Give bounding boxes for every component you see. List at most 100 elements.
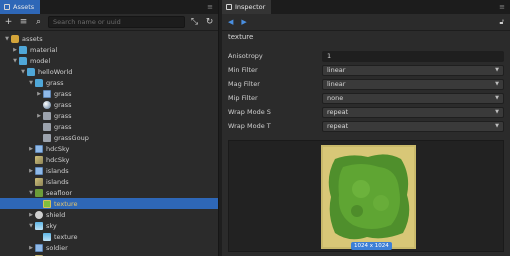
property-label: Min Filter xyxy=(228,66,258,74)
property-value: repeat xyxy=(327,108,349,116)
tree-item[interactable]: ▼ helloWorld xyxy=(0,66,218,77)
anisotropy-input[interactable]: 1 xyxy=(322,50,504,62)
tree-item[interactable]: ▶ soldier xyxy=(0,242,218,253)
tree-item[interactable]: ▶ material xyxy=(0,44,218,55)
tree-item-label: grass xyxy=(54,100,72,109)
folder-icon xyxy=(27,67,35,76)
property-select[interactable]: linear ▼ xyxy=(322,64,504,76)
expand-down-icon[interactable]: ▼ xyxy=(27,80,35,86)
tree-item[interactable]: ▶grassGoup xyxy=(0,132,218,143)
expand-right-icon[interactable]: ▶ xyxy=(27,146,35,152)
inspector-menu-icon[interactable]: ≡ xyxy=(499,3,505,11)
expand-right-icon[interactable]: ▶ xyxy=(35,91,43,97)
chevron-down-icon: ▼ xyxy=(495,123,499,129)
folder-icon xyxy=(19,45,27,54)
refresh-icon[interactable]: ↻ xyxy=(204,17,215,28)
tree-item[interactable]: ▼ assets xyxy=(0,33,218,44)
back-arrow-icon[interactable]: ◀ xyxy=(228,18,233,26)
property-select[interactable]: repeat ▼ xyxy=(322,120,504,132)
property-row: Wrap Mode S repeat ▼ xyxy=(222,105,510,119)
tree-item[interactable]: ▶grass xyxy=(0,121,218,132)
tree-item[interactable]: ▼ seafloor xyxy=(0,187,218,198)
expand-right-icon[interactable]: ▶ xyxy=(27,245,35,251)
expand-right-icon[interactable]: ▶ xyxy=(35,113,43,119)
tree-item-label: hdcSky xyxy=(46,155,70,164)
chevron-down-icon: ▼ xyxy=(495,109,499,115)
property-label: Wrap Mode S xyxy=(228,108,271,116)
tree-item-label: grass xyxy=(46,78,64,87)
property-label: Wrap Mode T xyxy=(228,122,271,130)
tree-item[interactable]: ▶grass xyxy=(0,110,218,121)
sort-icon[interactable]: ≡ xyxy=(18,17,29,28)
tree-item[interactable]: ▶islands xyxy=(0,176,218,187)
asset-tree: ▼ assets ▶ material ▼ model ▼ helloWorld ▼ grass ▶… xyxy=(0,31,218,256)
expand-down-icon[interactable]: ▼ xyxy=(19,69,27,75)
sky-image-icon xyxy=(43,232,51,241)
tree-item-label: sky xyxy=(46,221,57,230)
tree-item-label: assets xyxy=(22,34,43,43)
tree-item[interactable]: ▶texture xyxy=(0,198,218,209)
expand-right-icon[interactable]: ▶ xyxy=(11,47,19,53)
mesh-icon xyxy=(43,133,51,142)
tree-item-label: texture xyxy=(54,199,78,208)
tree-item[interactable]: ▶grass xyxy=(0,99,218,110)
tab-assets-label: Assets xyxy=(13,3,35,11)
tab-inspector[interactable]: Inspector xyxy=(222,0,272,14)
sphere-icon xyxy=(43,100,51,109)
tree-item-label: hdcSky xyxy=(46,144,70,153)
property-label: Mag Filter xyxy=(228,80,260,88)
folder-icon xyxy=(35,78,43,87)
collapse-icon[interactable]: ⤡ xyxy=(189,17,200,28)
tab-assets[interactable]: Assets xyxy=(0,0,41,14)
tree-item-label: texture xyxy=(54,232,78,241)
inspector-tab-icon xyxy=(226,4,232,10)
tree-item[interactable]: ▶texture xyxy=(0,231,218,242)
tree-item[interactable]: ▼ sky xyxy=(0,220,218,231)
expand-down-icon[interactable]: ▼ xyxy=(3,36,11,42)
sky-image-icon xyxy=(35,221,43,230)
tree-item-label: grassGoup xyxy=(54,133,89,142)
database-icon xyxy=(11,34,19,43)
filter-search-icon[interactable]: ⌕ xyxy=(33,17,44,28)
panel-menu-icon[interactable]: ≡ xyxy=(207,3,213,11)
expand-right-icon[interactable]: ▶ xyxy=(27,168,35,174)
inspector-tabbar: Inspector ≡ xyxy=(222,0,510,14)
tree-item[interactable]: ▼ grass xyxy=(0,77,218,88)
tree-item[interactable]: ▶ grass xyxy=(0,88,218,99)
tree-item-label: shield xyxy=(46,210,66,219)
property-value: none xyxy=(327,94,344,102)
tree-item-label: islands xyxy=(46,177,69,186)
expand-right-icon[interactable]: ▶ xyxy=(27,212,35,218)
texture-preview: 1024 x 1024 xyxy=(228,140,504,252)
property-row: Wrap Mode T repeat ▼ xyxy=(222,119,510,133)
lock-icon[interactable]: 🔓︎ xyxy=(499,18,504,27)
property-select[interactable]: none ▼ xyxy=(322,92,504,104)
tree-item[interactable]: ▶ shield xyxy=(0,209,218,220)
folder-icon xyxy=(19,56,27,65)
prefab-icon xyxy=(43,89,51,98)
property-row: Anisotropy 1 xyxy=(222,49,510,63)
assets-panel: Assets ≡ + ≡ ⌕ Search name or uuid ⤡ ↻ ▼… xyxy=(0,0,219,256)
tree-item-label: grass xyxy=(54,89,72,98)
property-select[interactable]: repeat ▼ xyxy=(322,106,504,118)
mesh-icon xyxy=(43,122,51,131)
forward-arrow-icon[interactable]: ▶ xyxy=(241,18,246,26)
expand-down-icon[interactable]: ▼ xyxy=(27,223,35,229)
tree-item[interactable]: ▶hdcSky xyxy=(0,154,218,165)
tree-item[interactable]: ▼ model xyxy=(0,55,218,66)
expand-down-icon[interactable]: ▼ xyxy=(11,58,19,64)
grass-image-icon xyxy=(35,188,43,197)
search-input[interactable]: Search name or uuid xyxy=(48,16,185,28)
assets-toolbar: + ≡ ⌕ Search name or uuid ⤡ ↻ xyxy=(0,14,218,31)
add-asset-icon[interactable]: + xyxy=(3,17,14,28)
expand-down-icon[interactable]: ▼ xyxy=(27,190,35,196)
property-list: Anisotropy 1 Min Filter linear ▼ Mag Filter li… xyxy=(222,49,510,133)
tree-item[interactable]: ▶ hdcSky xyxy=(0,143,218,154)
shield-icon xyxy=(35,210,43,219)
property-select[interactable]: linear ▼ xyxy=(322,78,504,90)
texture-icon xyxy=(43,199,51,208)
tree-item[interactable]: ▶islands xyxy=(0,165,218,176)
tab-inspector-label: Inspector xyxy=(235,3,266,11)
chevron-down-icon: ▼ xyxy=(495,81,499,87)
property-label: Anisotropy xyxy=(228,52,263,60)
